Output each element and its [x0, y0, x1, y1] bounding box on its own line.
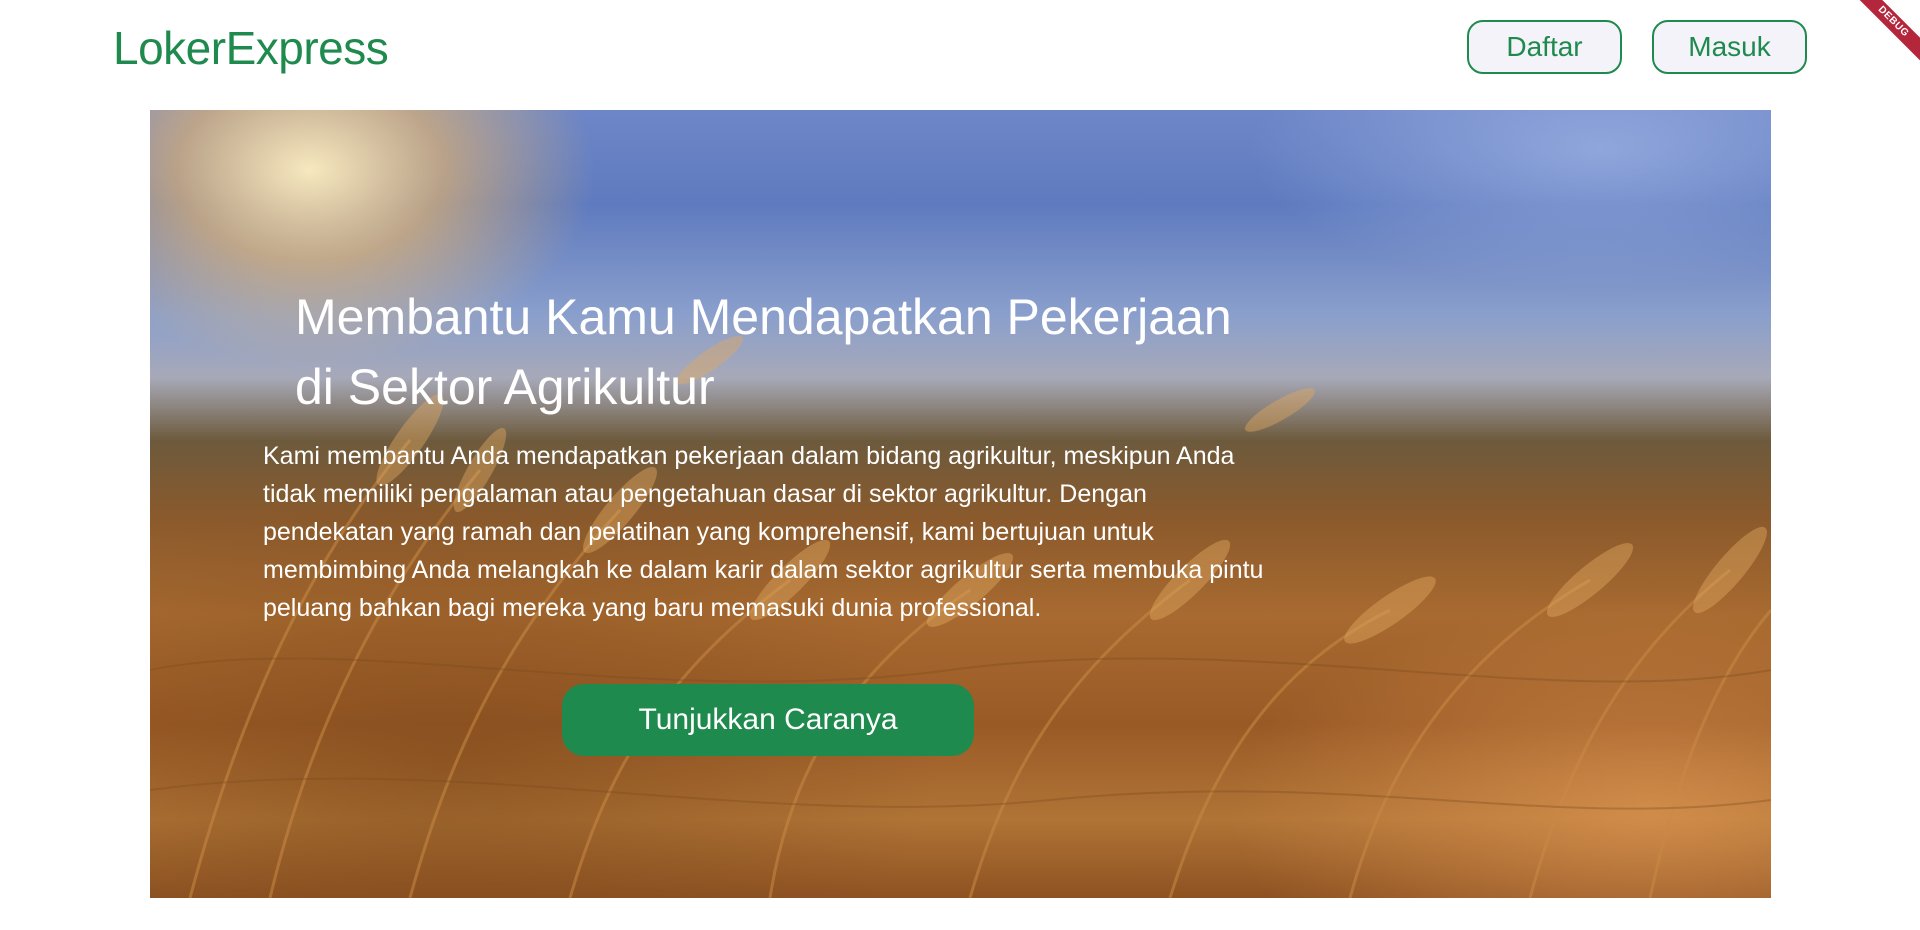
register-button[interactable]: Daftar: [1467, 20, 1622, 74]
brand-logo[interactable]: LokerExpress: [113, 18, 389, 78]
debug-banner-label: DEBUG: [1848, 0, 1920, 67]
debug-banner: DEBUG: [1840, 0, 1920, 80]
hero-banner: Membantu Kamu Mendapatkan Pekerjaan di S…: [150, 110, 1771, 898]
show-how-button[interactable]: Tunjukkan Caranya: [562, 684, 974, 756]
hero-description: Kami membantu Anda mendapatkan pekerjaan…: [263, 442, 1264, 622]
hero-title: Membantu Kamu Mendapatkan Pekerjaan di S…: [295, 282, 1275, 422]
login-button[interactable]: Masuk: [1652, 20, 1807, 74]
hero-title-line-1: Membantu Kamu Mendapatkan Pekerjaan: [295, 289, 1232, 345]
page: LokerExpress Daftar Masuk DEBUG Membantu…: [0, 0, 1920, 930]
hero-title-line-2: di Sektor Agrikultur: [295, 359, 715, 415]
